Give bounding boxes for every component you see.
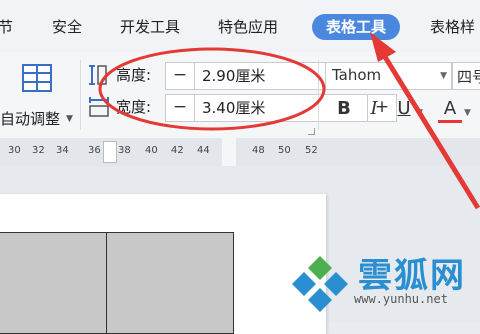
row-height-icon — [88, 64, 108, 90]
autofit-label: 自动调整 — [0, 110, 61, 128]
autofit-button[interactable]: 自动调整 ▼ — [0, 60, 75, 132]
height-value-input[interactable]: 2.90厘米 — [202, 63, 265, 89]
table-cell[interactable] — [0, 232, 107, 334]
ruler-tick: 52 — [305, 145, 318, 156]
ruler-tick: 34 — [56, 145, 69, 156]
underline-button[interactable]: U — [392, 98, 416, 124]
ruler-tick: 42 — [171, 145, 184, 156]
font-size-select[interactable]: 四号 — [452, 62, 480, 90]
width-label: 宽度: — [116, 98, 152, 116]
font-name-select[interactable]: Tahom ▼ — [325, 62, 452, 90]
tab-special-apps[interactable]: 特色应用 — [218, 14, 278, 40]
tab-table-tools[interactable]: 表格工具 — [312, 14, 401, 40]
ruler-tick: 32 — [32, 145, 45, 156]
divider — [80, 60, 81, 130]
ruler-column-marker[interactable] — [222, 138, 236, 166]
tab-table-style[interactable]: 表格样 — [430, 14, 475, 40]
ruler-tick: 44 — [197, 145, 210, 156]
table-grid-icon — [22, 64, 52, 96]
table-cell[interactable] — [107, 232, 234, 334]
watermark-logo-icon — [292, 256, 348, 312]
ruler-tick: 30 — [8, 145, 21, 156]
ruler-tick: 36 — [88, 145, 101, 156]
chevron-down-icon: ▼ — [440, 71, 447, 81]
ruler-marker[interactable] — [103, 141, 117, 163]
tab-developer-tools[interactable]: 开发工具 — [120, 14, 180, 40]
column-width-icon — [88, 96, 110, 122]
ribbon-toolbar: 自动调整 ▼ 高度: − 2.90厘米 + — [0, 52, 480, 139]
watermark-name: 雲狐网 — [358, 256, 466, 296]
height-label: 高度: — [116, 66, 152, 84]
width-decrease-button[interactable]: − — [166, 95, 195, 121]
menu-tab-bar: 节 安全 开发工具 特色应用 表格工具 表格样 — [0, 0, 480, 52]
divider — [318, 60, 319, 130]
font-color-button[interactable]: A — [438, 98, 462, 123]
chevron-down-icon: ▼ — [66, 114, 73, 124]
chevron-down-icon[interactable]: ▼ — [416, 108, 423, 118]
watermark: 雲狐网 www.yunhu.net — [282, 248, 480, 322]
ruler-tick: 48 — [252, 145, 265, 156]
ruler-tick: 38 — [118, 145, 131, 156]
watermark-url: www.yunhu.net — [354, 292, 448, 306]
chevron-down-icon[interactable]: ▼ — [464, 108, 471, 118]
dialog-launcher-icon[interactable] — [308, 128, 315, 135]
font-size-value: 四号 — [457, 68, 480, 86]
tab-section[interactable]: 节 — [0, 14, 13, 40]
ruler-tick: 50 — [278, 145, 291, 156]
height-decrease-button[interactable]: − — [166, 63, 195, 89]
italic-button[interactable]: I — [362, 98, 386, 124]
horizontal-ruler[interactable]: 30 32 34 36 38 40 42 44 48 50 52 — [0, 138, 480, 166]
bold-button[interactable]: B — [332, 98, 356, 124]
font-name-value: Tahom — [332, 66, 382, 84]
document-page[interactable] — [0, 194, 326, 334]
tab-security[interactable]: 安全 — [52, 14, 82, 40]
ruler-tick: 40 — [145, 145, 158, 156]
width-value-input[interactable]: 3.40厘米 — [202, 95, 265, 121]
